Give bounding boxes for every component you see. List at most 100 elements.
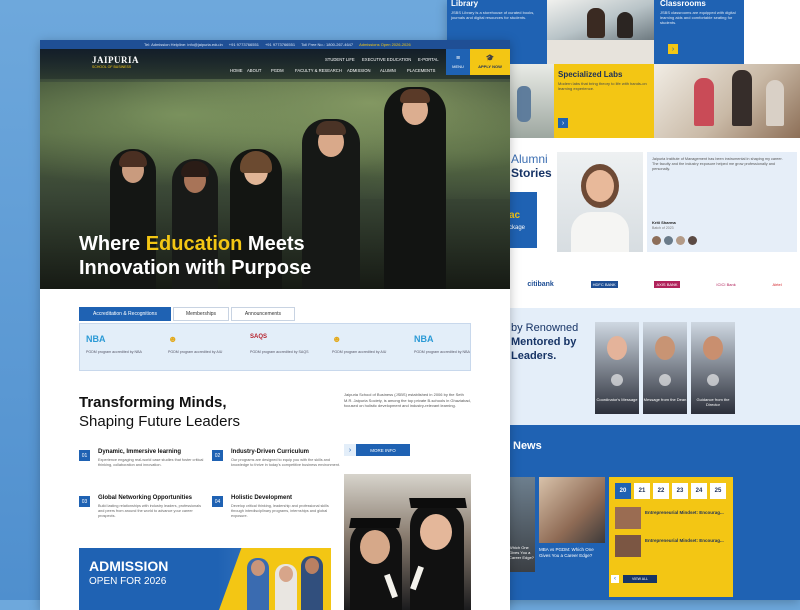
- alumni-avatars: [652, 236, 697, 245]
- nav-alumni[interactable]: ALUMNI: [380, 68, 396, 73]
- accreditation-item: NBA PGDM program accredited by NBA: [414, 334, 476, 355]
- date-chip[interactable]: 21: [634, 483, 650, 499]
- arrow-right-icon[interactable]: ›: [344, 444, 356, 456]
- graduates-photo: [344, 474, 471, 610]
- feature-text: Develop critical thinking, leadership an…: [231, 504, 329, 518]
- labs-text: Modern labs that bring theory to life wi…: [558, 81, 647, 91]
- event-title[interactable]: Entrepreneurial Mindset: Encourag...: [645, 538, 724, 543]
- main-homepage: Tel: Admission Helpline: info@jaipuria.e…: [40, 40, 510, 610]
- nav-about[interactable]: ABOUT: [247, 68, 261, 73]
- nav-pgdm[interactable]: PGDM: [271, 68, 284, 73]
- labs-arrow-icon[interactable]: ›: [558, 118, 568, 128]
- lab-photo-left: [509, 64, 554, 138]
- news-card-title[interactable]: MBA vs PGDM: Which One Gives You a Caree…: [539, 547, 605, 559]
- nba-logo: NBA: [414, 334, 434, 344]
- recruiter-logo: AXIS BANK: [654, 280, 680, 288]
- feature-text: Our programs are designed to equip you w…: [231, 458, 340, 467]
- feature-number: 02: [212, 450, 223, 461]
- alumni-quote-card: Jaipuria Institute of Management has bee…: [647, 152, 797, 252]
- nav-admission[interactable]: ADMISSION: [347, 68, 371, 73]
- nav-home[interactable]: HOME: [230, 68, 243, 73]
- avatar[interactable]: [676, 236, 685, 245]
- apply-now-button[interactable]: 🎓 APPLY NOW: [470, 49, 510, 75]
- avatar[interactable]: [652, 236, 661, 245]
- tab-accreditation[interactable]: Accreditation & Recognitions: [79, 307, 171, 321]
- menu-button[interactable]: ≡ MENU: [446, 49, 470, 75]
- admission-banner[interactable]: ADMISSION OPEN FOR 2026: [79, 548, 331, 610]
- section-heading-2: Shaping Future Leaders: [79, 413, 240, 430]
- accreditation-item: NBA PGDM program accredited by NBA: [86, 334, 148, 355]
- about-text: Jaipuria School of Business (JSBS) estab…: [344, 392, 471, 408]
- nav-student-life[interactable]: STUDENT LIFE: [325, 57, 355, 62]
- accreditation-item: ☻ PGDM program accredited by AIU: [332, 334, 394, 355]
- accreditation-item: SAQS PGDM program accredited by SAQS: [250, 334, 312, 355]
- recruiter-logo: ICICI Bank: [716, 281, 736, 287]
- event-title[interactable]: Entrepreneurial Mindset: Encourag...: [645, 510, 724, 515]
- info-tabs: Accreditation & Recognitions Memberships…: [79, 307, 295, 321]
- event-thumb: [615, 507, 641, 529]
- nba-logo: NBA: [86, 334, 106, 344]
- date-chip[interactable]: 23: [672, 483, 688, 499]
- avatar[interactable]: [664, 236, 673, 245]
- alumni-heading-1: Alumni: [511, 152, 548, 166]
- date-chip[interactable]: 22: [653, 483, 669, 499]
- accreditation-panel: NBA PGDM program accredited by NBA ☻ PGDM …: [79, 323, 471, 371]
- phone-link[interactable]: +91 9773766551: [265, 42, 295, 47]
- mentored-heading-3: Leaders.: [511, 350, 557, 362]
- tab-memberships[interactable]: Memberships: [173, 307, 229, 321]
- mentor-caption: Coordinator's Message: [596, 397, 638, 402]
- alumni-quote: Jaipuria Institute of Management has bee…: [652, 157, 783, 171]
- classrooms-title: Classrooms: [660, 0, 706, 8]
- more-info-button[interactable]: MORE INFO: [356, 444, 410, 456]
- labs-tile: Specialized Labs Modern labs that bring …: [554, 64, 654, 138]
- date-chip[interactable]: 25: [710, 483, 726, 499]
- tab-announcements[interactable]: Announcements: [231, 307, 295, 321]
- tollfree-link[interactable]: Toll Free No.: 1800-267-4647: [301, 42, 353, 47]
- alumni-side-card: ac ckage: [509, 192, 537, 248]
- feature-title: Global Networking Opportunities: [98, 495, 193, 501]
- nav-e-portal[interactable]: E-PORTAL: [418, 57, 439, 62]
- feature-title: Industry-Driven Curriculum: [231, 449, 310, 455]
- admissions-open-link[interactable]: Admissions Open 2026-2026: [359, 42, 411, 47]
- play-icon[interactable]: [707, 374, 719, 386]
- view-all-button[interactable]: VIEW ALL: [623, 575, 657, 583]
- chevron-left-icon[interactable]: ‹: [611, 575, 619, 583]
- avatar[interactable]: [688, 236, 697, 245]
- aiu-logo: ☻: [168, 334, 178, 344]
- mentor-card-dean[interactable]: Message from the Dean: [643, 322, 687, 414]
- nav-placements[interactable]: PLACEMENTS: [407, 68, 435, 73]
- feature-title: Holistic Development: [231, 495, 293, 501]
- nav-faculty-research[interactable]: FACULTY & RESEARCH: [295, 68, 342, 73]
- helpline-text[interactable]: Tel: Admission Helpline: info@jaipuria.e…: [144, 42, 223, 47]
- recruiter-logo: HDFC BANK: [590, 280, 618, 288]
- date-strip: 20 21 22 23 24 25: [615, 483, 726, 499]
- event-thumb: [615, 535, 641, 557]
- admission-title: ADMISSION: [89, 558, 169, 574]
- news-heading: News: [513, 440, 542, 452]
- section-heading-1: Transforming Minds,: [79, 394, 227, 411]
- alumni-heading-2: Stories: [511, 166, 552, 180]
- mentor-card-director[interactable]: Guidance from the Director: [691, 322, 735, 414]
- mentored-section: by Renowned Mentored by Leaders. Coordin…: [509, 308, 800, 425]
- graduate-figure: [384, 87, 446, 289]
- date-chip[interactable]: 24: [691, 483, 707, 499]
- aiu-logo: ☻: [332, 334, 342, 344]
- alumni-role: Batch of 2023: [652, 226, 674, 230]
- phone-link[interactable]: +91 9773766551: [229, 42, 259, 47]
- admission-subtitle: OPEN FOR 2026: [89, 576, 167, 587]
- hero-banner: JAIPURIA SCHOOL OF BUSINESS STUDENT LIFE…: [40, 49, 510, 289]
- recruiter-logo: citibank: [527, 280, 554, 288]
- alumni-photo: [557, 152, 643, 252]
- nav-executive-education[interactable]: EXECUTIVE EDUCATION: [362, 57, 411, 62]
- classrooms-text: JSBS classrooms are equipped with digita…: [660, 10, 736, 25]
- mentor-card-coordinator[interactable]: Coordinator's Message: [595, 322, 639, 414]
- play-icon[interactable]: [611, 374, 623, 386]
- hero-title: Where Education Meets Innovation with Pu…: [79, 233, 312, 279]
- play-icon[interactable]: [659, 374, 671, 386]
- accreditation-item: ☻ PGDM program accredited by AIU: [168, 334, 230, 355]
- date-chip[interactable]: 20: [615, 483, 631, 499]
- jaipuria-logo[interactable]: JAIPURIA SCHOOL OF BUSINESS: [92, 55, 142, 77]
- alumni-name: Kriti Sharma: [652, 220, 676, 225]
- news-card-title[interactable]: Which One Gives You a Career Edge?: [509, 545, 535, 560]
- classrooms-arrow-icon[interactable]: ›: [668, 44, 678, 54]
